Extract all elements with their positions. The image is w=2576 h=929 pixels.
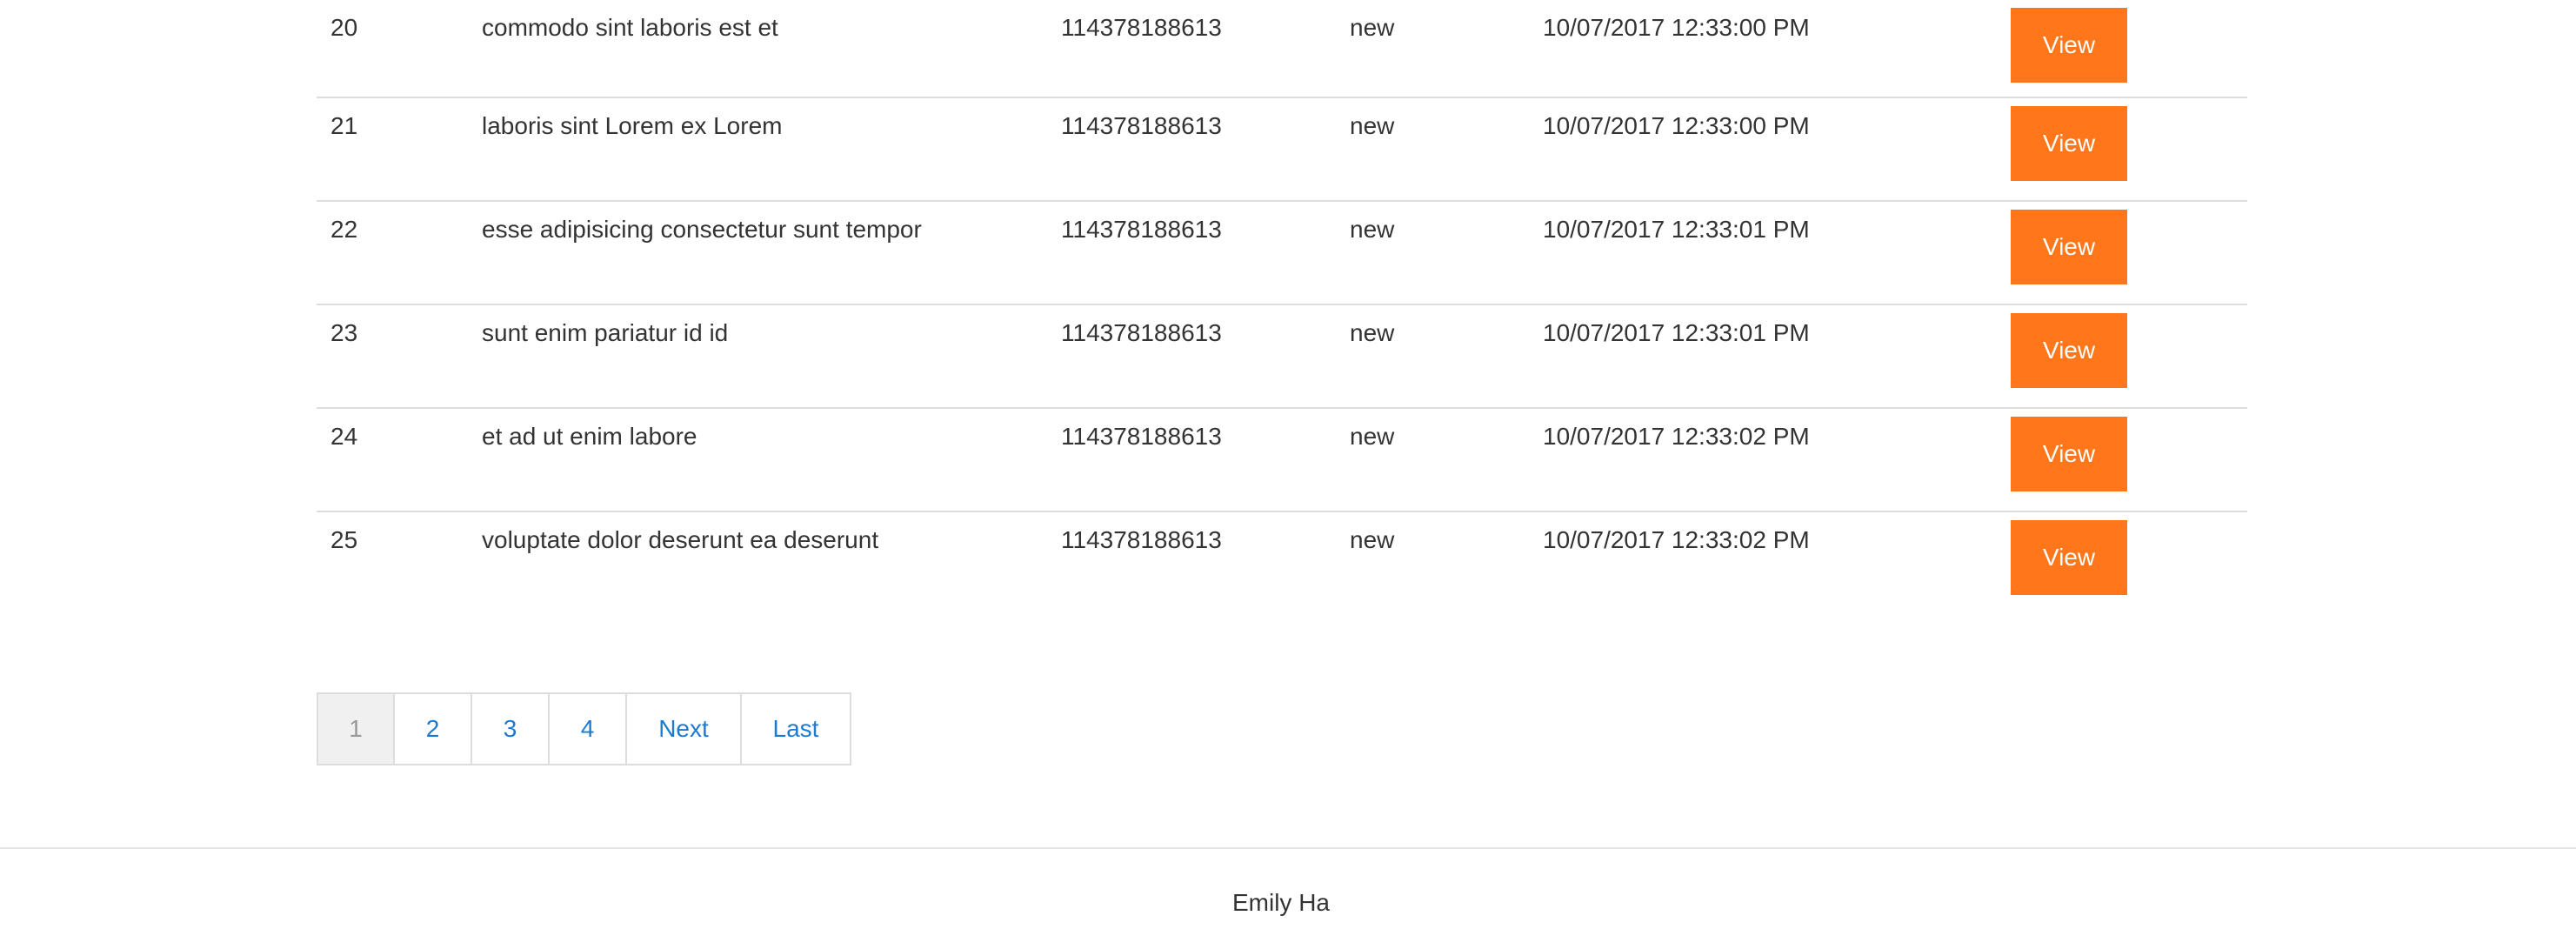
row-title: voluptate dolor deserunt ea deserunt	[482, 526, 879, 553]
row-status: new	[1350, 14, 1395, 41]
row-number-cell: 114378188613	[1047, 0, 1336, 98]
tickets-table: 20 commodo sint laboris est et 114378188…	[317, 0, 2247, 615]
row-action-cell: View	[2011, 408, 2247, 512]
row-status: new	[1350, 216, 1395, 243]
row-date: 10/07/2017 12:33:01 PM	[1543, 216, 1810, 243]
row-number: 114378188613	[1061, 319, 1222, 346]
footer-divider	[0, 847, 2576, 849]
view-button[interactable]: View	[2011, 417, 2127, 491]
row-action-cell: View	[2011, 511, 2247, 615]
row-id-cell: 25	[317, 511, 468, 615]
row-number: 114378188613	[1061, 14, 1222, 41]
row-title: sunt enim pariatur id id	[482, 319, 729, 346]
row-id: 21	[330, 112, 358, 139]
row-id-cell: 21	[317, 97, 468, 202]
row-id-cell: 23	[317, 304, 468, 409]
row-date-cell: 10/07/2017 12:33:02 PM	[1529, 511, 2011, 615]
row-id: 20	[330, 14, 358, 41]
page-link-3[interactable]: 3	[470, 692, 550, 765]
row-action-cell: View	[2011, 201, 2247, 305]
row-title-cell: commodo sint laboris est et	[468, 0, 1047, 98]
row-status-cell: new	[1336, 0, 1529, 98]
row-date: 10/07/2017 12:33:00 PM	[1543, 14, 1810, 41]
footer-author: Emily Ha	[1231, 889, 1330, 916]
table-row: 22 esse adipisicing consectetur sunt tem…	[317, 201, 2247, 305]
row-status-cell: new	[1336, 201, 1529, 305]
tickets-table-container: 20 commodo sint laboris est et 114378188…	[317, 0, 2247, 615]
row-number: 114378188613	[1061, 423, 1222, 450]
row-date-cell: 10/07/2017 12:33:00 PM	[1529, 97, 2011, 202]
row-number: 114378188613	[1061, 112, 1222, 139]
row-id-cell: 24	[317, 408, 468, 512]
page: 20 commodo sint laboris est et 114378188…	[0, 0, 2576, 929]
row-date-cell: 10/07/2017 12:33:01 PM	[1529, 201, 2011, 305]
row-title: esse adipisicing consectetur sunt tempor	[482, 216, 922, 243]
row-title: et ad ut enim labore	[482, 423, 697, 450]
row-title-cell: voluptate dolor deserunt ea deserunt	[468, 511, 1047, 615]
row-title: commodo sint laboris est et	[482, 14, 778, 41]
row-status-cell: new	[1336, 304, 1529, 409]
row-action-cell: View	[2011, 97, 2247, 202]
row-title: laboris sint Lorem ex Lorem	[482, 112, 783, 139]
page-link-2[interactable]: 2	[393, 692, 472, 765]
row-id-cell: 22	[317, 201, 468, 305]
row-date: 10/07/2017 12:33:01 PM	[1543, 319, 1810, 346]
row-status: new	[1350, 319, 1395, 346]
row-number-cell: 114378188613	[1047, 304, 1336, 409]
row-title-cell: et ad ut enim labore	[468, 408, 1047, 512]
row-number-cell: 114378188613	[1047, 408, 1336, 512]
table-row: 20 commodo sint laboris est et 114378188…	[317, 0, 2247, 98]
table-row: 25 voluptate dolor deserunt ea deserunt …	[317, 511, 2247, 615]
view-button[interactable]: View	[2011, 313, 2127, 388]
page-link-last[interactable]: Last	[740, 692, 851, 765]
row-title-cell: laboris sint Lorem ex Lorem	[468, 97, 1047, 202]
row-id: 23	[330, 319, 358, 346]
row-status: new	[1350, 423, 1395, 450]
row-number: 114378188613	[1061, 526, 1222, 553]
pagination: 1 2 3 4 Next Last	[317, 692, 851, 765]
row-status: new	[1350, 526, 1395, 553]
row-number-cell: 114378188613	[1047, 97, 1336, 202]
row-status-cell: new	[1336, 511, 1529, 615]
page-link-4[interactable]: 4	[548, 692, 627, 765]
row-date: 10/07/2017 12:33:00 PM	[1543, 112, 1810, 139]
row-title-cell: sunt enim pariatur id id	[468, 304, 1047, 409]
page-link-next[interactable]: Next	[625, 692, 742, 765]
view-button[interactable]: View	[2011, 106, 2127, 181]
view-button[interactable]: View	[2011, 520, 2127, 595]
row-date-cell: 10/07/2017 12:33:02 PM	[1529, 408, 2011, 512]
row-number-cell: 114378188613	[1047, 201, 1336, 305]
row-id: 24	[330, 423, 358, 450]
row-id-cell: 20	[317, 0, 468, 98]
row-title-cell: esse adipisicing consectetur sunt tempor	[468, 201, 1047, 305]
row-number: 114378188613	[1061, 216, 1222, 243]
table-row: 24 et ad ut enim labore 114378188613 new…	[317, 408, 2247, 512]
row-action-cell: View	[2011, 304, 2247, 409]
row-action-cell: View	[2011, 0, 2247, 98]
row-date-cell: 10/07/2017 12:33:00 PM	[1529, 0, 2011, 98]
row-id: 25	[330, 526, 358, 553]
view-button[interactable]: View	[2011, 8, 2127, 83]
row-date-cell: 10/07/2017 12:33:01 PM	[1529, 304, 2011, 409]
row-number-cell: 114378188613	[1047, 511, 1336, 615]
row-id: 22	[330, 216, 358, 243]
view-button[interactable]: View	[2011, 210, 2127, 284]
row-status: new	[1350, 112, 1395, 139]
row-date: 10/07/2017 12:33:02 PM	[1543, 423, 1810, 450]
row-status-cell: new	[1336, 408, 1529, 512]
row-date: 10/07/2017 12:33:02 PM	[1543, 526, 1810, 553]
table-row: 23 sunt enim pariatur id id 114378188613…	[317, 304, 2247, 409]
page-link-1[interactable]: 1	[317, 692, 395, 765]
table-row: 21 laboris sint Lorem ex Lorem 114378188…	[317, 97, 2247, 202]
row-status-cell: new	[1336, 97, 1529, 202]
